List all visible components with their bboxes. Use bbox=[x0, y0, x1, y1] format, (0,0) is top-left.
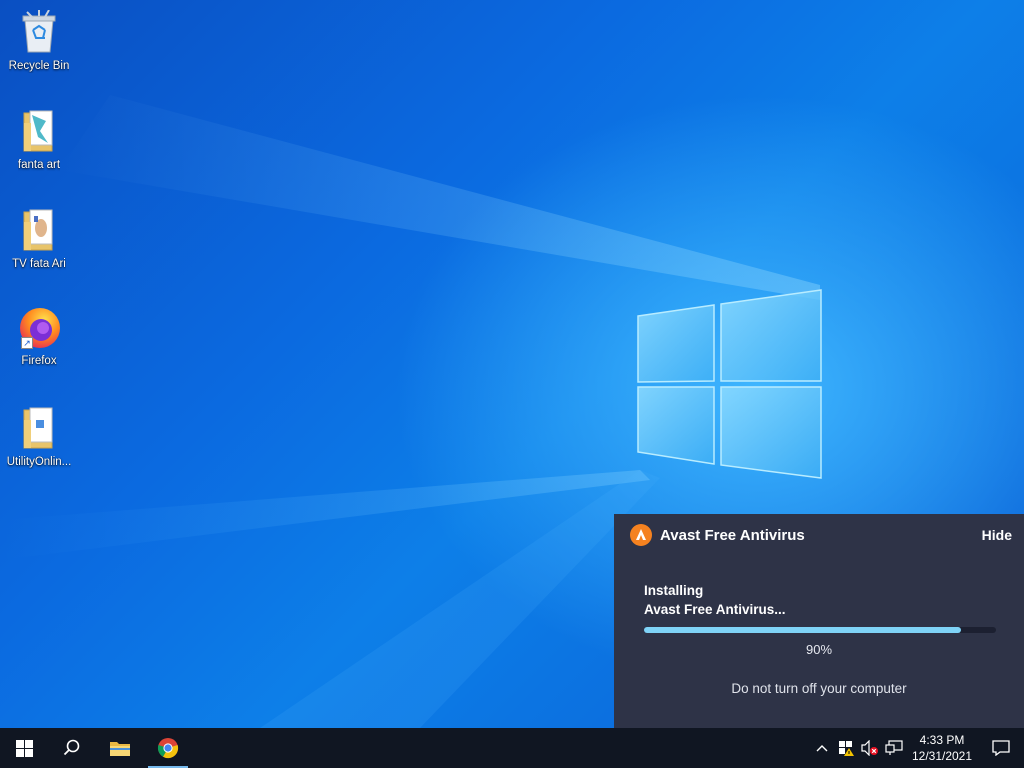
desktop-icon-label: TV fata Ari bbox=[12, 258, 66, 270]
desktop-icon-label: Firefox bbox=[21, 355, 57, 367]
system-tray: 4:33 PM 12/31/2021 bbox=[810, 728, 1024, 768]
security-tray-button[interactable] bbox=[834, 728, 858, 768]
popup-header: Avast Free Antivirus Hide bbox=[630, 524, 1012, 546]
show-hidden-icons-button[interactable] bbox=[810, 728, 834, 768]
status-line-2: Avast Free Antivirus... bbox=[644, 602, 786, 617]
desktop-icon-label: fanta art bbox=[17, 159, 61, 171]
avast-install-popup: Avast Free Antivirus Hide Installing Ava… bbox=[614, 514, 1024, 728]
start-button[interactable] bbox=[0, 728, 48, 768]
chrome-icon bbox=[157, 738, 179, 759]
progress-bar bbox=[644, 627, 996, 633]
folder-icon bbox=[15, 404, 63, 452]
taskbar: 4:33 PM 12/31/2021 bbox=[0, 728, 1024, 768]
network-button[interactable] bbox=[882, 728, 906, 768]
firefox-icon: ↗ bbox=[15, 303, 63, 351]
search-button[interactable] bbox=[48, 728, 96, 768]
clock-time: 4:33 PM bbox=[919, 733, 965, 747]
windows-security-warning-icon bbox=[839, 741, 854, 756]
volume-button[interactable] bbox=[858, 728, 882, 768]
network-icon bbox=[885, 740, 903, 755]
recycle-bin-icon bbox=[15, 8, 63, 56]
desktop-icon-utilityonline[interactable]: UtilityOnlin... bbox=[0, 404, 78, 469]
desktop-icon-label: Recycle Bin bbox=[8, 60, 70, 72]
popup-title: Avast Free Antivirus bbox=[660, 526, 805, 544]
clock-date: 12/31/2021 bbox=[911, 749, 973, 763]
hide-button[interactable]: Hide bbox=[982, 527, 1012, 543]
status-line-1: Installing bbox=[644, 583, 704, 598]
windows-logo-wallpaper bbox=[637, 289, 822, 479]
desktop-icon-firefox[interactable]: ↗ Firefox bbox=[0, 303, 78, 368]
windows-icon bbox=[15, 739, 33, 757]
folder-icon bbox=[15, 206, 63, 254]
desktop-icon-fanta-art[interactable]: fanta art bbox=[0, 107, 78, 172]
file-explorer-button[interactable] bbox=[96, 728, 144, 768]
notification-icon bbox=[992, 740, 1010, 756]
install-status: Installing Avast Free Antivirus... bbox=[644, 581, 786, 619]
progress-fill bbox=[644, 627, 961, 633]
search-icon bbox=[63, 739, 80, 756]
desktop-icon-label: UtilityOnlin... bbox=[6, 456, 72, 468]
avast-logo-icon bbox=[630, 524, 652, 546]
shortcut-arrow-icon: ↗ bbox=[21, 337, 33, 349]
folder-icon bbox=[110, 742, 130, 756]
taskbar-clock[interactable]: 4:33 PM 12/31/2021 bbox=[906, 732, 978, 764]
warning-text: Do not turn off your computer bbox=[731, 681, 907, 696]
desktop-icon-tv-fata-ari[interactable]: TV fata Ari bbox=[0, 206, 78, 271]
chrome-button[interactable] bbox=[144, 728, 192, 768]
desktop-icon-recycle-bin[interactable]: Recycle Bin bbox=[0, 8, 78, 73]
folder-icon bbox=[15, 107, 63, 155]
chevron-up-icon bbox=[816, 745, 828, 752]
progress-percent: 90% bbox=[805, 642, 833, 657]
volume-muted-icon bbox=[861, 740, 878, 756]
action-center-button[interactable] bbox=[978, 728, 1024, 768]
